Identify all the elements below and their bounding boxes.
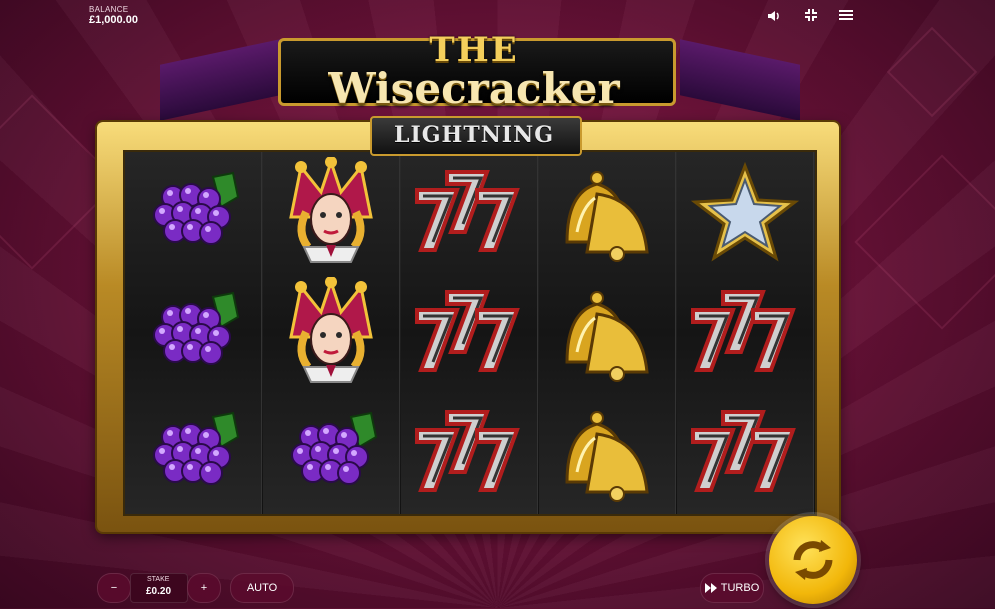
reel-3: [401, 152, 538, 514]
grapes-symbol: [125, 392, 261, 512]
grapes-symbol: [125, 272, 261, 392]
logo-subtitle: LIGHTNING: [393, 122, 554, 148]
turbo-button[interactable]: TURBO: [700, 573, 764, 603]
turbo-label: TURBO: [720, 582, 760, 594]
spin-button[interactable]: [769, 516, 857, 604]
plus-icon: +: [200, 582, 208, 594]
sevens-symbol: [677, 272, 813, 392]
bell-symbol: [539, 152, 675, 272]
reel-5: [677, 152, 814, 514]
reel-2: [263, 152, 400, 514]
balance-label: BALANCE: [89, 5, 129, 14]
reel-frame: [97, 122, 839, 532]
fullscreen-icon[interactable]: [802, 8, 820, 26]
reel-1: [125, 152, 262, 514]
spin-arrows-icon: [793, 540, 833, 580]
reel-4: [539, 152, 676, 514]
speaker-icon[interactable]: [765, 8, 783, 26]
stake-increase-button[interactable]: +: [187, 573, 221, 603]
star-symbol: [677, 152, 813, 272]
stake-label: STAKE: [147, 576, 170, 583]
hamburger-menu-icon[interactable]: [837, 8, 855, 26]
stake-decrease-button[interactable]: −: [97, 573, 131, 603]
reel-area: [123, 150, 817, 516]
fast-forward-icon: [704, 583, 717, 593]
bell-symbol: [539, 392, 675, 512]
sevens-symbol: [401, 152, 537, 272]
sevens-symbol: [677, 392, 813, 512]
sevens-symbol: [401, 392, 537, 512]
balance-value: £1,000.00: [89, 14, 138, 26]
game-logo: THE Wisecracker LIGHTNING: [278, 20, 676, 156]
auto-label: AUTO: [246, 582, 278, 594]
stake-value: £0.20: [146, 586, 172, 597]
grapes-symbol: [263, 392, 399, 512]
bell-symbol: [539, 272, 675, 392]
jester-symbol: [263, 272, 399, 392]
logo-title: Wisecracker: [328, 64, 620, 113]
minus-icon: −: [110, 582, 118, 594]
sevens-symbol: [401, 272, 537, 392]
jester-symbol: [263, 152, 399, 272]
grapes-symbol: [125, 152, 261, 272]
auto-button[interactable]: AUTO: [230, 573, 294, 603]
